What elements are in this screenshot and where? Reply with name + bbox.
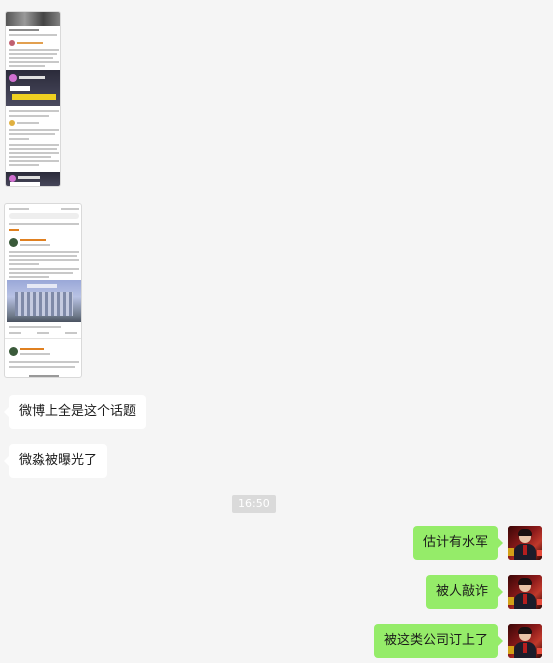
message-bubble-received[interactable]: 微淼被曝光了: [3, 444, 108, 478]
user-avatar[interactable]: [508, 624, 542, 658]
thumb-video-frame-1: [6, 70, 60, 106]
thumb-photo-strip: [6, 12, 60, 26]
chat-image-thumbnail-2[interactable]: [4, 203, 82, 378]
message-bubble-sent[interactable]: 估计有水军: [412, 526, 504, 560]
message-bubble-sent[interactable]: 被这类公司订上了: [373, 624, 504, 658]
thumb-search-bar: [9, 213, 79, 219]
timestamp-badge: 16:50: [232, 495, 276, 513]
chat-image-thumbnail-1[interactable]: [5, 11, 61, 187]
thumb-building-photo: [7, 280, 81, 322]
message-bubble-sent[interactable]: 被人敲诈: [425, 575, 504, 609]
user-avatar[interactable]: [508, 526, 542, 560]
message-bubble-received[interactable]: 微博上全是这个话题: [3, 395, 147, 429]
thumb-video-frame-2: [6, 172, 60, 186]
user-avatar[interactable]: [508, 575, 542, 609]
